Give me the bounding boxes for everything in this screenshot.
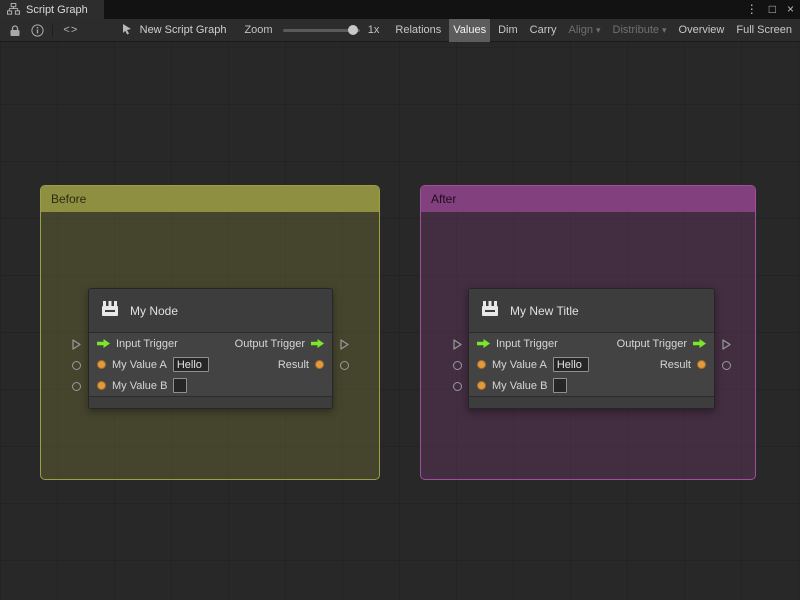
tab-bar: Script Graph ⋮ □ × <box>0 0 800 19</box>
distribute-button[interactable]: Distribute ▾ <box>609 19 671 42</box>
result-port-icon[interactable] <box>697 360 706 369</box>
node-header[interactable]: My New Title <box>469 289 714 333</box>
value-b-row: My Value B <box>89 375 332 396</box>
input-trigger-label: Input Trigger <box>116 337 178 350</box>
group-before-header[interactable]: Before <box>41 186 379 212</box>
graph-name: New Script Graph <box>139 24 227 36</box>
value-b-port-icon[interactable] <box>97 381 106 390</box>
kebab-menu-icon[interactable]: ⋮ <box>746 0 758 19</box>
node-footer <box>469 396 714 408</box>
ext-result-port[interactable] <box>340 361 349 370</box>
chevron-down-icon: ▾ <box>662 24 667 35</box>
ext-trigger-in-port[interactable] <box>72 339 81 350</box>
graph-selector[interactable]: New Script Graph <box>121 23 227 38</box>
overview-button[interactable]: Overview <box>675 19 729 42</box>
node-my-node[interactable]: My Node Input Trigger Output Trigger My … <box>88 288 333 409</box>
value-b-label: My Value B <box>492 379 548 392</box>
zoom-label: Zoom <box>244 24 273 36</box>
ext-trigger-in-port[interactable] <box>453 339 462 350</box>
node-title: My Node <box>130 303 179 318</box>
close-icon[interactable]: × <box>787 0 794 19</box>
group-after-header[interactable]: After <box>421 186 755 212</box>
trigger-row: Input Trigger Output Trigger <box>469 333 714 354</box>
maximize-icon[interactable]: □ <box>769 0 776 19</box>
value-a-row: My Value A Result <box>89 354 332 375</box>
output-trigger-label: Output Trigger <box>616 337 687 350</box>
input-trigger-label: Input Trigger <box>496 337 558 350</box>
trigger-in-port-icon[interactable] <box>477 339 490 348</box>
ext-value-a-port[interactable] <box>453 361 462 370</box>
ext-trigger-out-port[interactable] <box>340 339 349 350</box>
align-button[interactable]: Align ▾ <box>565 19 605 42</box>
graph-canvas[interactable]: Before After My Node Input Trigger Outpu… <box>0 42 800 600</box>
relations-button[interactable]: Relations <box>391 19 445 42</box>
zoom-slider-knob[interactable] <box>347 24 358 35</box>
result-port-icon[interactable] <box>315 360 324 369</box>
unit-icon <box>479 298 501 323</box>
node-header[interactable]: My Node <box>89 289 332 333</box>
ext-result-port[interactable] <box>722 361 731 370</box>
tab-title: Script Graph <box>26 3 88 16</box>
value-b-port-icon[interactable] <box>477 381 486 390</box>
value-a-row: My Value A Result <box>469 354 714 375</box>
value-a-label: My Value A <box>492 358 547 371</box>
zoom-value: 1x <box>367 24 380 36</box>
value-b-row: My Value B <box>469 375 714 396</box>
result-label: Result <box>277 358 309 371</box>
group-after-label: After <box>431 192 457 206</box>
trigger-in-port-icon[interactable] <box>97 339 110 348</box>
toolbar-separator <box>52 23 54 37</box>
pointer-icon <box>121 23 133 38</box>
values-button[interactable]: Values <box>449 18 491 42</box>
ext-value-b-port[interactable] <box>453 382 462 391</box>
value-a-port-icon[interactable] <box>477 360 486 369</box>
value-a-input[interactable] <box>172 357 209 372</box>
tab-script-graph[interactable]: Script Graph <box>0 0 104 19</box>
value-a-input[interactable] <box>552 357 589 372</box>
node-title: My New Title <box>510 303 579 318</box>
ext-value-b-port[interactable] <box>72 382 81 391</box>
value-b-input[interactable] <box>173 378 188 393</box>
ext-value-a-port[interactable] <box>72 361 81 370</box>
carry-button[interactable]: Carry <box>526 19 561 42</box>
lock-icon[interactable] <box>4 19 26 42</box>
trigger-row: Input Trigger Output Trigger <box>89 333 332 354</box>
node-my-new-title[interactable]: My New Title Input Trigger Output Trigge… <box>468 288 715 409</box>
output-trigger-label: Output Trigger <box>234 337 305 350</box>
value-a-label: My Value A <box>112 358 167 371</box>
script-graph-icon <box>7 3 20 16</box>
value-b-label: My Value B <box>112 379 168 392</box>
result-label: Result <box>659 358 691 371</box>
trigger-out-port-icon[interactable] <box>693 339 706 348</box>
dim-button[interactable]: Dim <box>494 19 522 42</box>
trigger-out-port-icon[interactable] <box>311 339 324 348</box>
node-footer <box>89 396 332 408</box>
value-a-port-icon[interactable] <box>97 360 106 369</box>
graph-toolbar: <> New Script Graph Zoom 1x Relations Va… <box>0 18 800 42</box>
fullscreen-button[interactable]: Full Screen <box>732 19 796 42</box>
toolbar-buttons: Relations Values Dim Carry Align ▾ Distr… <box>387 18 796 42</box>
info-icon[interactable] <box>26 19 48 42</box>
zoom-slider[interactable] <box>282 24 360 35</box>
ext-trigger-out-port[interactable] <box>722 339 731 350</box>
code-view-icon[interactable]: <> <box>57 19 85 42</box>
group-before-label: Before <box>51 192 87 206</box>
window-controls: ⋮ □ × <box>746 0 794 19</box>
script-graph-window: Script Graph ⋮ □ × <> New Script Graph Z… <box>0 0 800 600</box>
unit-icon <box>99 298 121 323</box>
value-b-input[interactable] <box>553 378 568 393</box>
chevron-down-icon: ▾ <box>596 24 601 35</box>
